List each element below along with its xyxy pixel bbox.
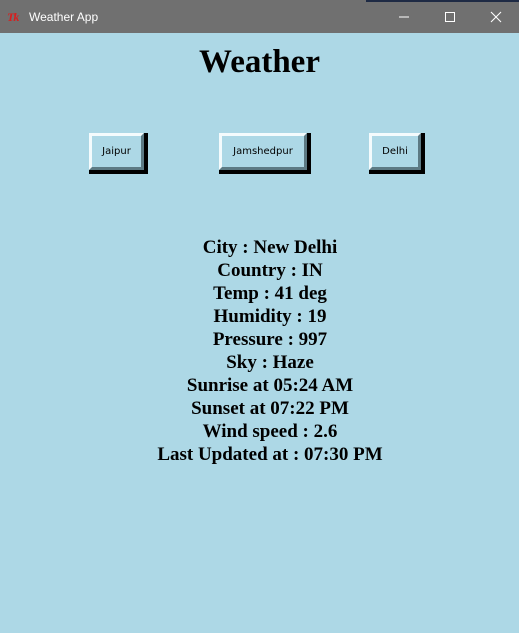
pressure-label: Pressure : 997 xyxy=(212,329,328,350)
window-title: Weather App xyxy=(29,10,99,24)
maximize-button[interactable] xyxy=(427,0,473,33)
weather-app-window: Tk Weather App Weather Jaipur Jamshedpur… xyxy=(0,0,519,633)
tk-icon: Tk xyxy=(7,10,19,24)
jamshedpur-button-label: Jamshedpur xyxy=(219,133,307,170)
country-label: Country : IN xyxy=(217,260,323,281)
temperature-label: Temp : 41 deg xyxy=(213,283,327,304)
city-label: City : New Delhi xyxy=(202,237,338,258)
jaipur-button[interactable]: Jaipur xyxy=(89,133,148,174)
sunset-label: Sunset at 07:22 PM xyxy=(191,398,349,419)
maximize-icon xyxy=(445,11,455,22)
title-bar[interactable]: Tk Weather App xyxy=(0,0,519,33)
minimize-button[interactable] xyxy=(381,0,427,33)
delhi-button-label: Delhi xyxy=(369,133,421,170)
close-icon xyxy=(490,11,502,22)
humidity-label: Humidity : 19 xyxy=(213,306,327,327)
sunrise-label: Sunrise at 05:24 AM xyxy=(186,375,354,396)
wind-speed-label: Wind speed : 2.6 xyxy=(202,421,338,442)
weather-info: City : New Delhi Country : IN Temp : 41 … xyxy=(0,236,519,466)
minimize-icon xyxy=(399,16,409,17)
close-button[interactable] xyxy=(473,0,519,33)
delhi-button[interactable]: Delhi xyxy=(369,133,425,174)
page-heading: Weather xyxy=(199,44,320,80)
jaipur-button-label: Jaipur xyxy=(89,133,144,170)
sky-label: Sky : Haze xyxy=(226,352,314,373)
last-updated-label: Last Updated at : 07:30 PM xyxy=(157,444,383,465)
jamshedpur-button[interactable]: Jamshedpur xyxy=(219,133,311,174)
